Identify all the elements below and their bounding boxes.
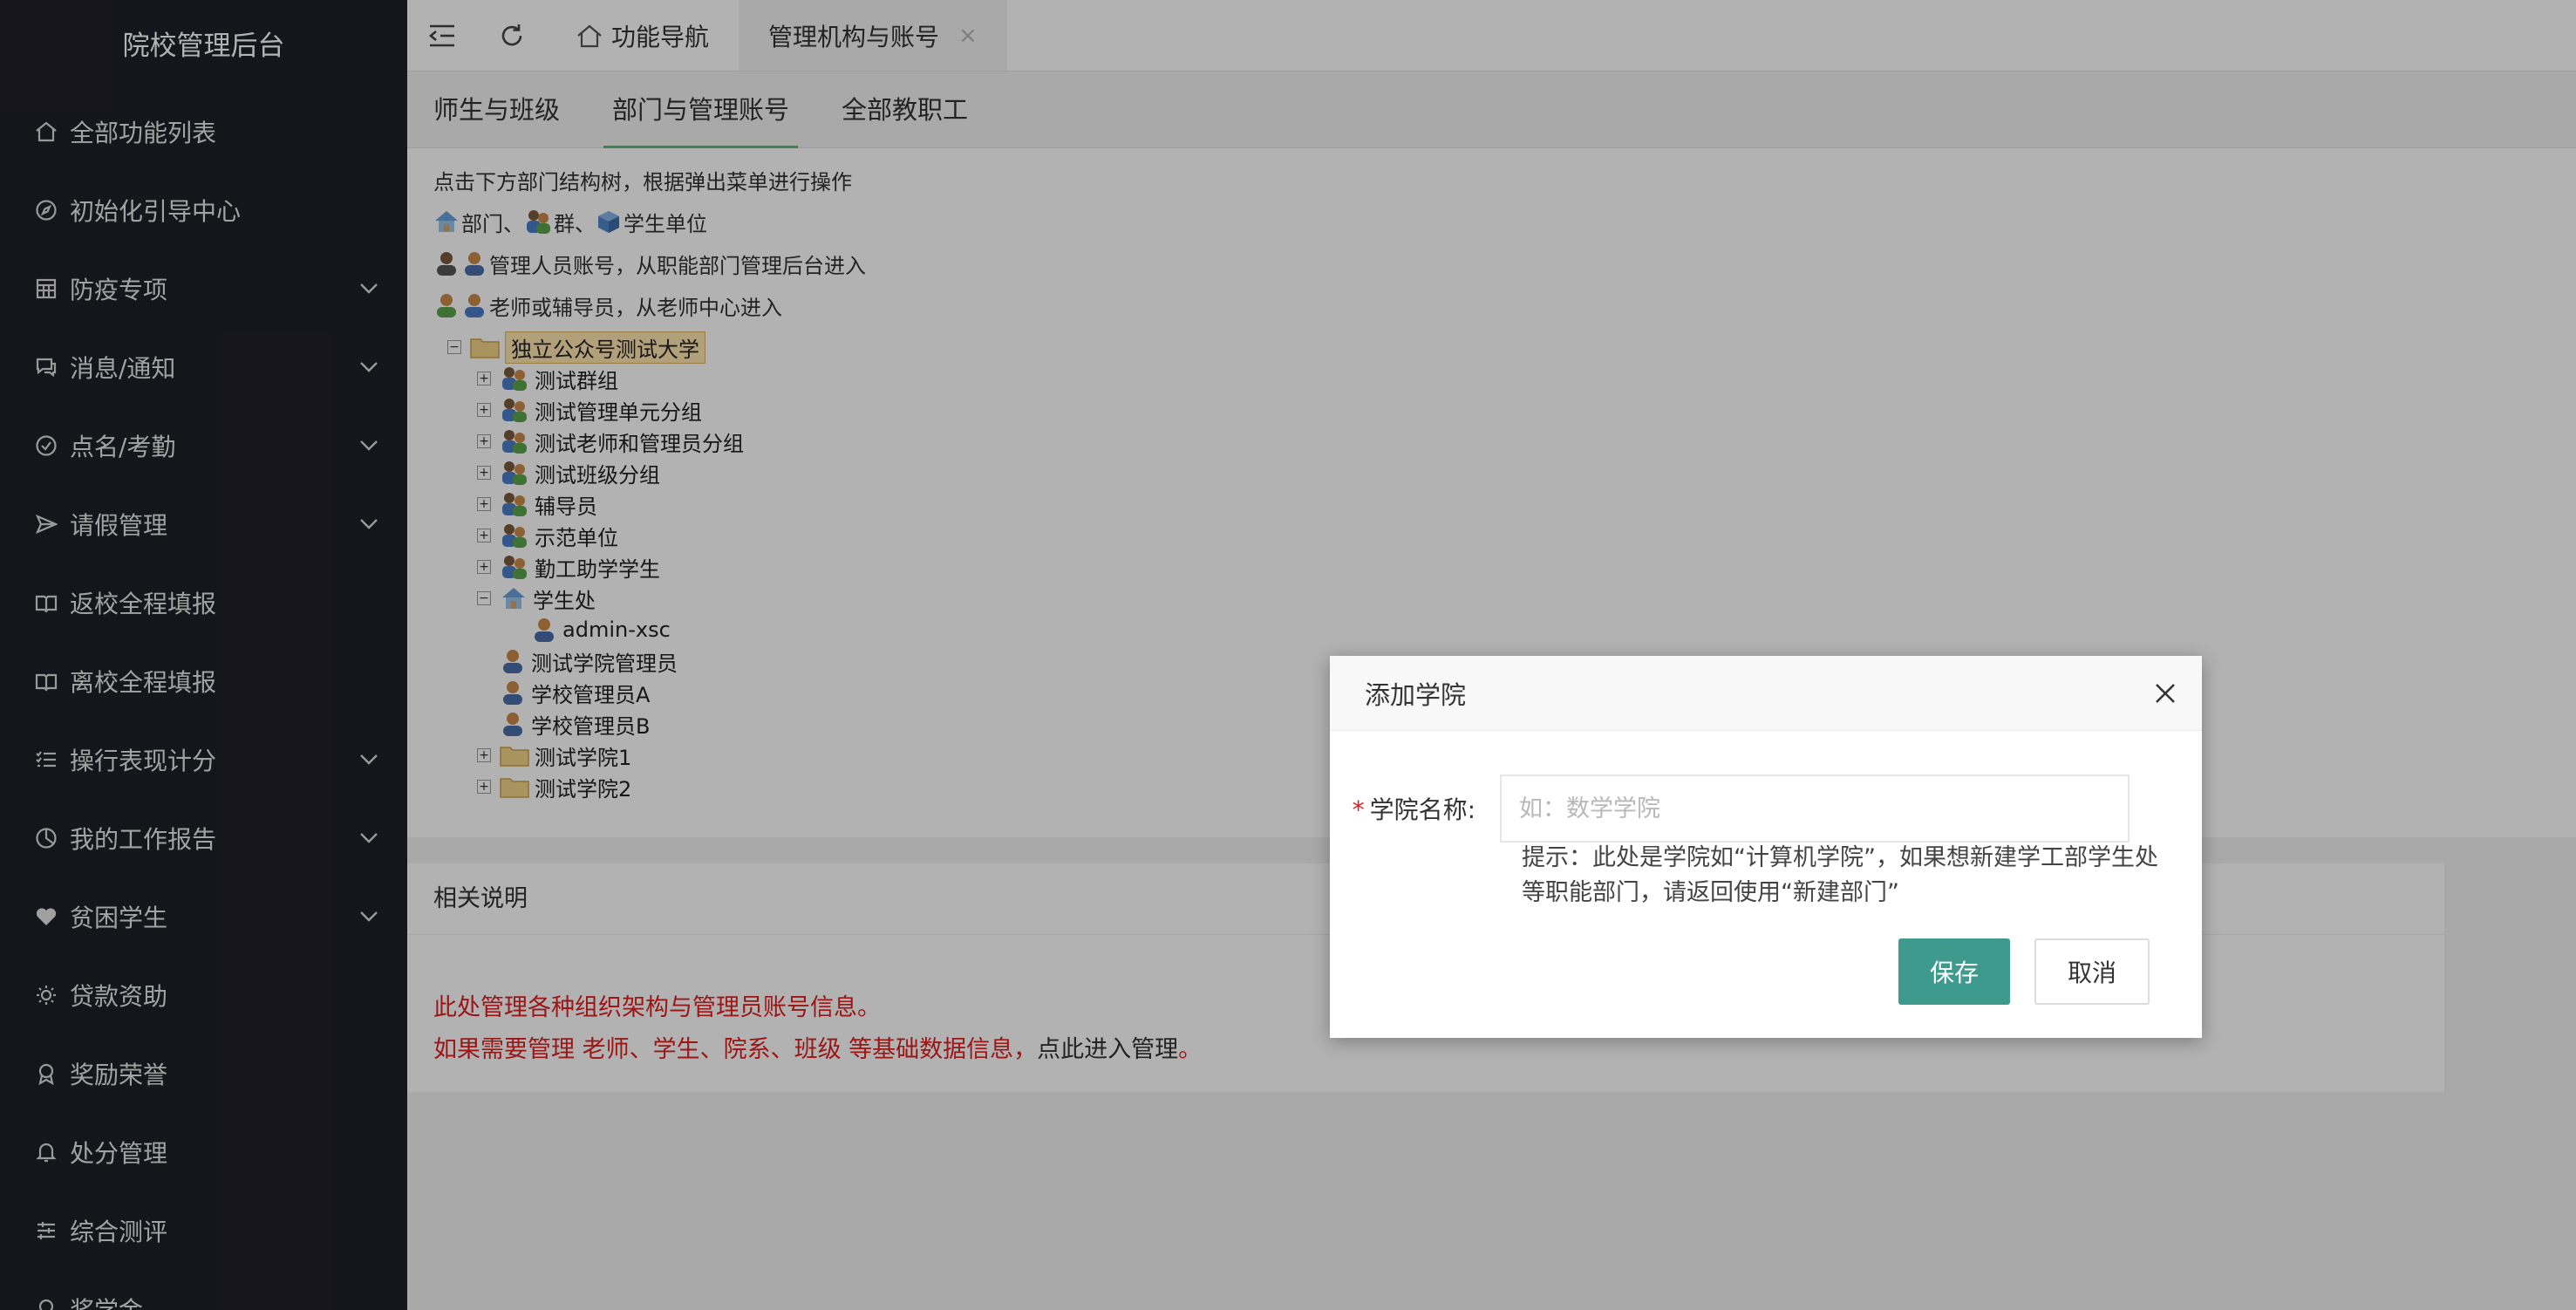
college-name-label-text: 学院名称: [1369,795,1475,824]
modal-overlay[interactable] [0,0,2576,1310]
cancel-button[interactable]: 取消 [2034,938,2150,1005]
college-name-row: * 学院名称: [1330,774,2202,843]
college-name-hint: 提示：此处是学院如“计算机学院”，如果想新建学工部学生处等职能部门，请返回使用“… [1522,844,2158,906]
dialog-close-button[interactable] [2148,676,2183,711]
save-button[interactable]: 保存 [1898,938,2010,1005]
close-icon [2156,683,2175,703]
required-mark: * [1352,795,1365,824]
dialog-title: 添加学院 [1365,679,1467,710]
add-college-dialog: 添加学院 *学院名称: 提示：此处是学院如“计算机学院”，如果想新建学工部学生处… [1330,656,2202,1038]
college-name-input[interactable] [1500,774,2130,843]
dialog-header: 添加学院 [1330,656,2202,731]
college-name-label: * 学院名称: [1330,791,1500,826]
